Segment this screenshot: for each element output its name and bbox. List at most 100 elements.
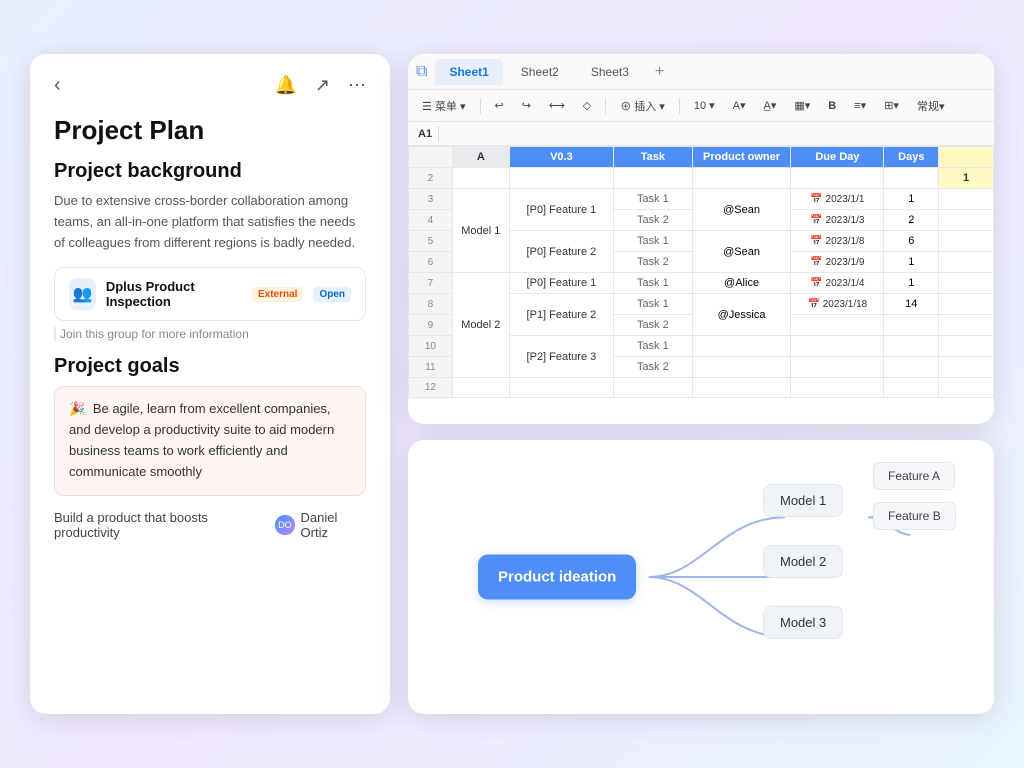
cell-e3[interactable]: 📅 2023/1/1	[791, 189, 884, 210]
cell-g6[interactable]	[939, 252, 994, 273]
cell-g8[interactable]	[939, 294, 994, 315]
cell-c6[interactable]: Task 2	[613, 252, 692, 273]
cell-g2[interactable]: 1	[939, 168, 994, 189]
cell-e4[interactable]: 📅 2023/1/3	[791, 210, 884, 231]
col-g-header[interactable]	[939, 147, 994, 168]
mindmap-leaf-featureB[interactable]: Feature B	[873, 502, 956, 530]
cell-g4[interactable]	[939, 210, 994, 231]
cell-g3[interactable]	[939, 189, 994, 210]
add-sheet-button[interactable]: +	[647, 59, 672, 85]
clear-button[interactable]: ◇	[577, 97, 597, 114]
cell-c4[interactable]: Task 2	[613, 210, 692, 231]
cell-e12[interactable]	[791, 378, 884, 398]
font-size-button[interactable]: 10 ▾	[688, 97, 721, 114]
mindmap-leaf-featureA[interactable]: Feature A	[873, 462, 955, 490]
cell-f6[interactable]: 1	[884, 252, 939, 273]
group-card[interactable]: 👥 Dplus Product Inspection External Open	[54, 267, 366, 321]
cell-e9[interactable]	[791, 315, 884, 336]
cell-d5[interactable]: @Sean	[692, 231, 791, 273]
cell-d2[interactable]	[692, 168, 791, 189]
font-color-button[interactable]: A▾	[727, 97, 752, 114]
col-a-header[interactable]: A	[452, 147, 509, 168]
cell-f11[interactable]	[884, 357, 939, 378]
cell-f2[interactable]	[884, 168, 939, 189]
more-icon[interactable]: ⋯	[348, 75, 366, 96]
cell-g7[interactable]	[939, 273, 994, 294]
cell-d8[interactable]: @Jessica	[692, 294, 791, 336]
cell-d11[interactable]	[692, 357, 791, 378]
cell-a2[interactable]	[452, 168, 509, 189]
undo-button[interactable]: ↩	[489, 97, 510, 114]
cell-b10[interactable]: [P2] Feature 3	[509, 336, 613, 378]
bell-icon[interactable]: 🔔	[274, 75, 296, 96]
cell-a12[interactable]	[452, 378, 509, 398]
share-icon[interactable]: ↗	[315, 75, 330, 96]
merge-button[interactable]: ⊞▾	[878, 97, 905, 114]
cell-e8[interactable]: 📅 2023/1/18	[791, 294, 884, 315]
cell-b2[interactable]	[509, 168, 613, 189]
cell-c5[interactable]: Task 1	[613, 231, 692, 252]
cell-c3[interactable]: Task 1	[613, 189, 692, 210]
cell-e10[interactable]	[791, 336, 884, 357]
cell-g11[interactable]	[939, 357, 994, 378]
sheet-tab-3[interactable]: Sheet3	[577, 59, 643, 85]
format-type-button[interactable]: 常规▾	[911, 96, 951, 116]
cell-e7[interactable]: 📅 2023/1/4	[791, 273, 884, 294]
cell-d7[interactable]: @Alice	[692, 273, 791, 294]
mindmap-node-model2[interactable]: Model 2	[763, 545, 843, 578]
cell-c10[interactable]: Task 1	[613, 336, 692, 357]
mindmap-node-model1[interactable]: Model 1	[763, 484, 843, 517]
cell-f4[interactable]: 2	[884, 210, 939, 231]
cell-c11[interactable]: Task 2	[613, 357, 692, 378]
border-button[interactable]: ▦▾	[788, 97, 816, 114]
highlight-button[interactable]: A̲▾	[758, 97, 783, 114]
cell-b12[interactable]	[509, 378, 613, 398]
cell-e6[interactable]: 📅 2023/1/9	[791, 252, 884, 273]
cell-c9[interactable]: Task 2	[613, 315, 692, 336]
col-c-header[interactable]: Task	[613, 147, 692, 168]
cell-f5[interactable]: 6	[884, 231, 939, 252]
cell-b7[interactable]: [P0] Feature 1	[509, 273, 613, 294]
cell-f8[interactable]: 14	[884, 294, 939, 315]
cell-b5[interactable]: [P0] Feature 2	[509, 231, 613, 273]
align-button[interactable]: ≡▾	[848, 97, 872, 114]
col-f-header[interactable]: Days	[884, 147, 939, 168]
cell-e2[interactable]	[791, 168, 884, 189]
menu-button[interactable]: ☰ 菜单 ▾	[416, 96, 472, 116]
cell-f7[interactable]: 1	[884, 273, 939, 294]
back-button[interactable]: ‹	[54, 74, 61, 97]
mindmap-node-model3[interactable]: Model 3	[763, 606, 843, 639]
col-b-header[interactable]: V0.3	[509, 147, 613, 168]
insert-button[interactable]: ⊕ 插入 ▾	[614, 96, 671, 116]
cell-d10[interactable]	[692, 336, 791, 357]
col-e-header[interactable]: Due Day	[791, 147, 884, 168]
mindmap-center-node[interactable]: Product ideation	[478, 555, 636, 600]
col-d-header[interactable]: Product owner	[692, 147, 791, 168]
cell-c7[interactable]: Task 1	[613, 273, 692, 294]
sheet-tab-1[interactable]: Sheet1	[435, 59, 502, 85]
cell-e5[interactable]: 📅 2023/1/8	[791, 231, 884, 252]
cell-b8[interactable]: [P1] Feature 2	[509, 294, 613, 336]
format-button[interactable]: ⟷	[543, 97, 571, 114]
cell-c12[interactable]	[613, 378, 692, 398]
cell-e11[interactable]	[791, 357, 884, 378]
cell-g9[interactable]	[939, 315, 994, 336]
cell-f3[interactable]: 1	[884, 189, 939, 210]
cell-a3[interactable]: Model 1	[452, 189, 509, 273]
cell-d12[interactable]	[692, 378, 791, 398]
cell-c2[interactable]	[613, 168, 692, 189]
badge-open[interactable]: Open	[313, 287, 351, 302]
cell-f9[interactable]	[884, 315, 939, 336]
cell-f12[interactable]	[884, 378, 939, 398]
bold-button[interactable]: B	[822, 98, 842, 114]
cell-g10[interactable]	[939, 336, 994, 357]
cell-f10[interactable]	[884, 336, 939, 357]
cell-c8[interactable]: Task 1	[613, 294, 692, 315]
sheet-tab-2[interactable]: Sheet2	[507, 59, 573, 85]
cell-g5[interactable]	[939, 231, 994, 252]
redo-button[interactable]: ↪	[516, 97, 537, 114]
cell-d3[interactable]: @Sean	[692, 189, 791, 231]
cell-g12[interactable]	[939, 378, 994, 398]
cell-a7[interactable]: Model 2	[452, 273, 509, 378]
cell-b3[interactable]: [P0] Feature 1	[509, 189, 613, 231]
